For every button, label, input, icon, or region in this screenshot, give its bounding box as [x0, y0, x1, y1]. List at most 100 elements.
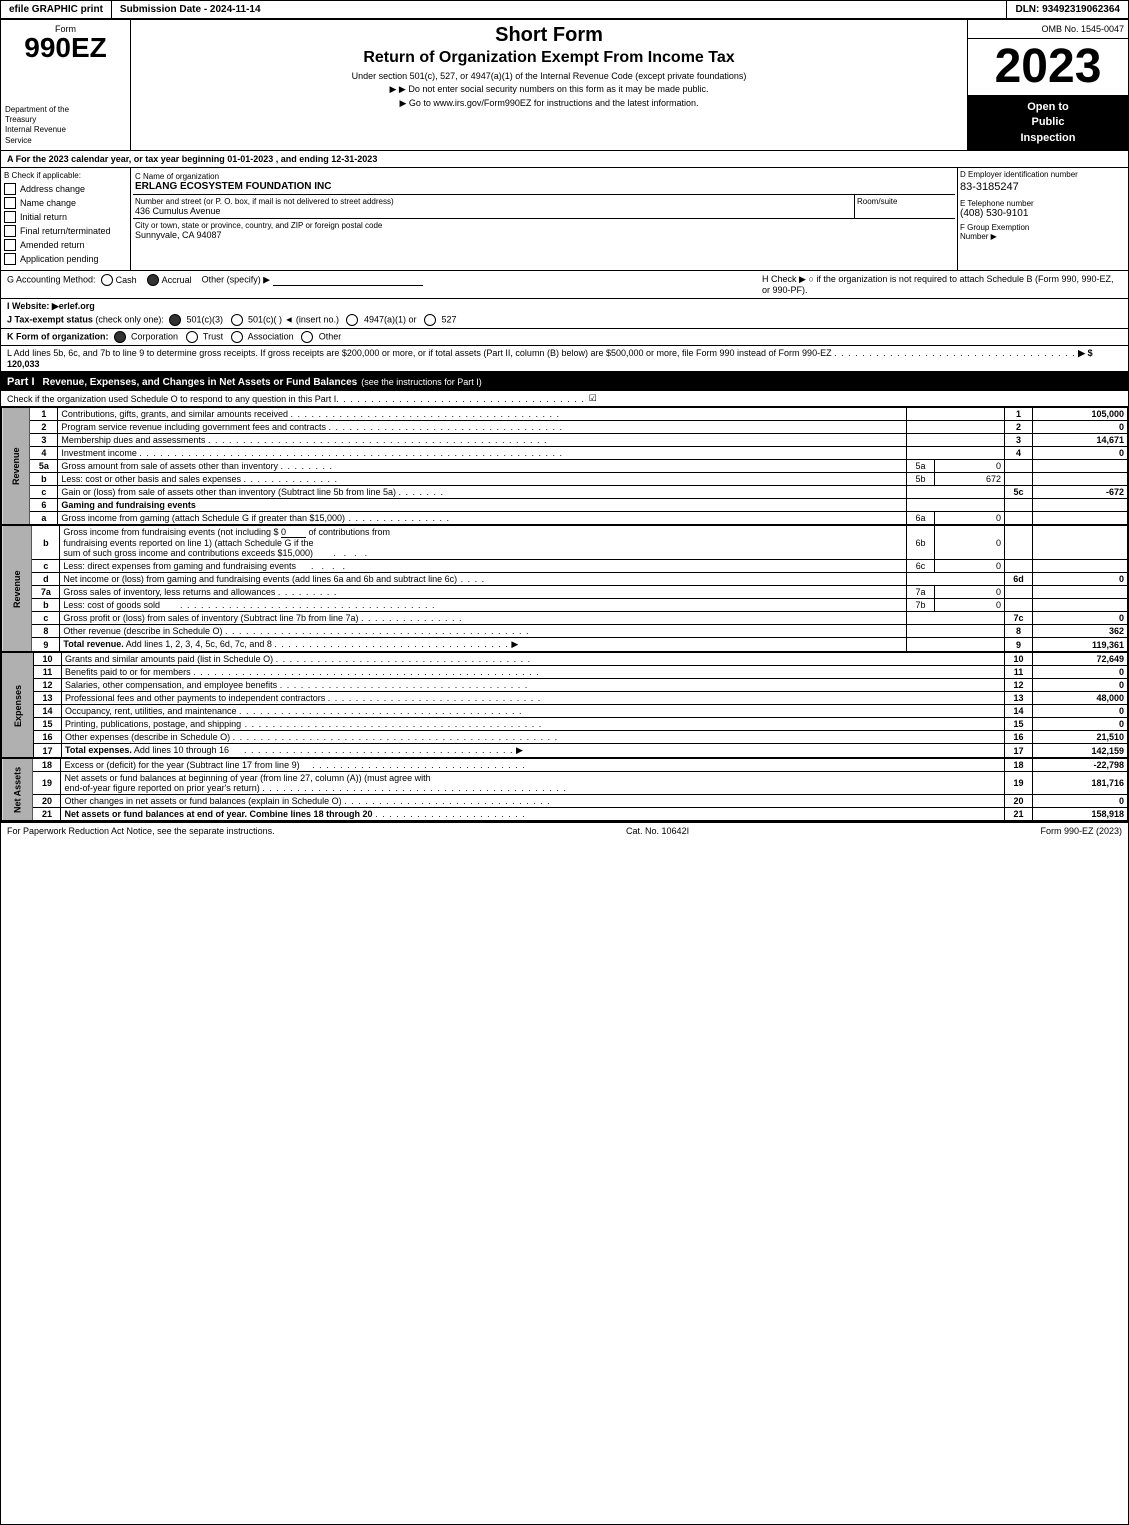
page-footer: For Paperwork Reduction Act Notice, see … — [1, 821, 1128, 839]
org-name-label: C Name of organization — [135, 172, 953, 181]
application-pending-checkbox — [4, 253, 16, 265]
instruction1: ▶ Do not enter social security numbers o… — [139, 84, 959, 95]
form-page: efile GRAPHIC print Submission Date - 20… — [0, 0, 1129, 1525]
form-subtitle: Under section 501(c), 527, or 4947(a)(1)… — [139, 71, 959, 81]
amended-return-checkbox — [4, 239, 16, 251]
table-row: b Less: cost of goods sold . . . . . . .… — [2, 599, 1128, 612]
form-title: Return of Organization Exempt From Incom… — [139, 49, 959, 67]
table-row: 5a Gross amount from sale of assets othe… — [2, 460, 1128, 473]
address-label: Number and street (or P. O. box, if mail… — [135, 197, 852, 206]
cat-number: Cat. No. 10642I — [626, 826, 689, 836]
ij-block: I Website: ▶erlef.org J Tax-exempt statu… — [1, 299, 1128, 329]
amended-return-row: Amended return — [4, 239, 127, 251]
org-info-col: C Name of organization ERLANG ECOSYSTEM … — [131, 168, 958, 270]
table-row: c Gross profit or (loss) from sales of i… — [2, 612, 1128, 625]
i-section: I Website: ▶erlef.org — [7, 301, 1122, 312]
table-row: 6 Gaming and fundraising events — [2, 499, 1128, 512]
k-assoc-circle — [231, 331, 243, 343]
form-header: Form 990EZ Department of the Treasury In… — [1, 20, 1128, 151]
initial-return-checkbox — [4, 211, 16, 223]
check-col: B Check if applicable: Address change Na… — [1, 168, 131, 270]
table-row: 4 Investment income . . . . . . . . . . … — [2, 447, 1128, 460]
table-row: 9 Total revenue. Add lines 1, 2, 3, 4, 5… — [2, 638, 1128, 652]
table-row: 14 Occupancy, rent, utilities, and maint… — [2, 705, 1128, 718]
group-exemption: F Group Exemption Number ▶ — [960, 223, 1126, 241]
j-527-circle — [424, 314, 436, 326]
city-value: Sunnyvale, CA 94087 — [135, 230, 953, 240]
table-row: d Net income or (loss) from gaming and f… — [2, 573, 1128, 586]
j-4947-circle — [346, 314, 358, 326]
table-row: 20 Other changes in net assets or fund b… — [2, 795, 1128, 808]
section-a: A For the 2023 calendar year, or tax yea… — [1, 151, 1128, 168]
table-row: Expenses 10 Grants and similar amounts p… — [2, 653, 1128, 666]
net-assets-sidebar: Net Assets — [2, 759, 33, 821]
org-name-value: ERLANG ECOSYSTEM FOUNDATION INC — [135, 181, 953, 192]
dln-number: DLN: 93492319062364 — [1007, 1, 1128, 18]
form-right: OMB No. 1545-0047 2023 Open to Public In… — [968, 20, 1128, 150]
org-address-main: Number and street (or P. O. box, if mail… — [133, 195, 855, 218]
bcd-block: B Check if applicable: Address change Na… — [1, 168, 1128, 271]
org-city: City or town, state or province, country… — [133, 219, 955, 242]
header-bar: efile GRAPHIC print Submission Date - 20… — [1, 1, 1128, 20]
table-row: a Gross income from gaming (attach Sched… — [2, 512, 1128, 525]
table-row: 3 Membership dues and assessments . . . … — [2, 434, 1128, 447]
j-section: J Tax-exempt status (check only one): 50… — [7, 314, 1122, 326]
paperwork-notice: For Paperwork Reduction Act Notice, see … — [7, 826, 275, 836]
address-change-checkbox — [4, 183, 16, 195]
g-other-value — [273, 275, 423, 286]
omb-number: OMB No. 1545-0047 — [968, 20, 1128, 39]
form-left: Form 990EZ Department of the Treasury In… — [1, 20, 131, 150]
g-circle-accrual: Accrual — [147, 275, 195, 285]
revenue-sidebar-2: Revenue — [2, 526, 32, 652]
tax-year: 2023 — [968, 39, 1128, 96]
net-assets-table: Net Assets 18 Excess or (deficit) for th… — [1, 758, 1128, 821]
table-row: b Less: cost or other basis and sales ex… — [2, 473, 1128, 486]
address-change-row: Address change — [4, 183, 127, 195]
g-circle-cash: Cash — [101, 275, 140, 285]
final-return-row: Final return/terminated — [4, 225, 127, 237]
form-center: Short Form Return of Organization Exempt… — [131, 20, 968, 150]
ein-value: 83-3185247 — [960, 179, 1126, 195]
table-row: 19 Net assets or fund balances at beginn… — [2, 772, 1128, 795]
org-name-section: C Name of organization ERLANG ECOSYSTEM … — [133, 170, 955, 195]
k-other-circle — [301, 331, 313, 343]
expenses-sidebar: Expenses — [2, 653, 34, 758]
org-address-section: Number and street (or P. O. box, if mail… — [133, 195, 955, 219]
org-room: Room/suite — [855, 195, 955, 218]
table-row: 2 Program service revenue including gove… — [2, 421, 1128, 434]
l-block: L Add lines 5b, 6c, and 7b to line 9 to … — [1, 346, 1128, 373]
revenue-table: Revenue 1 Contributions, gifts, grants, … — [1, 407, 1128, 525]
revenue-sidebar: Revenue — [2, 408, 30, 525]
name-change-checkbox — [4, 197, 16, 209]
k-corp-circle — [114, 331, 126, 343]
ein-col: D Employer identification number 83-3185… — [958, 168, 1128, 270]
address-value: 436 Cumulus Avenue — [135, 206, 852, 216]
final-return-checkbox — [4, 225, 16, 237]
table-row: 17 Total expenses. Add lines 10 through … — [2, 744, 1128, 758]
j-501c3-circle — [169, 314, 181, 326]
submission-date: Submission Date - 2024-11-14 — [112, 1, 1008, 18]
instruction2: ▶ Go to www.irs.gov/Form990EZ for instru… — [139, 98, 959, 109]
short-form-label: Short Form — [139, 24, 959, 47]
phone-value: (408) 530-9101 — [960, 208, 1126, 219]
table-row: c Gain or (loss) from sale of assets oth… — [2, 486, 1128, 499]
efile-label: efile GRAPHIC print — [1, 1, 112, 18]
check-label: B Check if applicable: — [4, 171, 127, 180]
open-inspection-badge: Open to Public Inspection — [968, 96, 1128, 150]
initial-return-row: Initial return — [4, 211, 127, 223]
name-change-row: Name change — [4, 197, 127, 209]
h-section: H Check ▶ ○ if the organization is not r… — [762, 274, 1122, 295]
table-row: 15 Printing, publications, postage, and … — [2, 718, 1128, 731]
k-block: K Form of organization: Corporation Trus… — [1, 329, 1128, 346]
application-pending-row: Application pending — [4, 253, 127, 265]
table-row: 12 Salaries, other compensation, and emp… — [2, 679, 1128, 692]
dept-info: Department of the Treasury Internal Reve… — [5, 105, 126, 147]
revenue-table-2: Revenue b Gross income from fundraising … — [1, 525, 1128, 652]
table-row: 8 Other revenue (describe in Schedule O)… — [2, 625, 1128, 638]
j-501c-circle — [231, 314, 243, 326]
part1-header: Part I Revenue, Expenses, and Changes in… — [1, 373, 1128, 391]
table-row: 13 Professional fees and other payments … — [2, 692, 1128, 705]
table-row: c Less: direct expenses from gaming and … — [2, 560, 1128, 573]
table-row: 21 Net assets or fund balances at end of… — [2, 808, 1128, 821]
table-row: Revenue 1 Contributions, gifts, grants, … — [2, 408, 1128, 421]
